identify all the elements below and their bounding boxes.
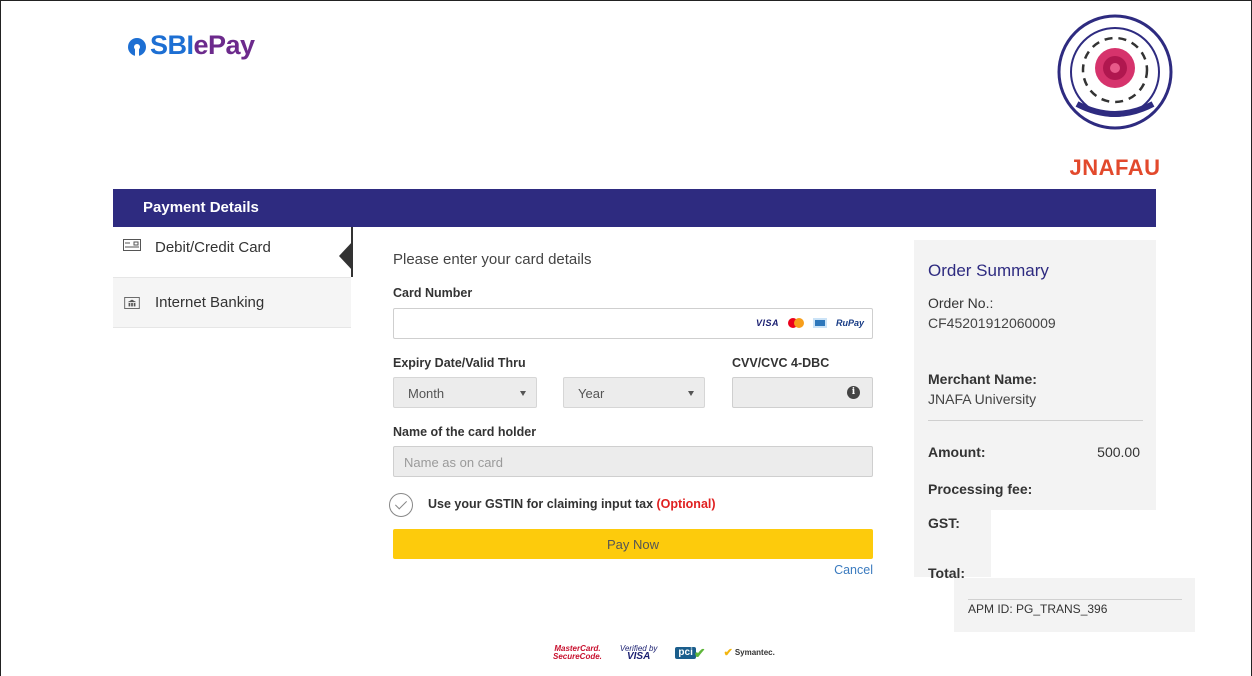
pay-now-button[interactable]: Pay Now <box>393 529 873 559</box>
payment-method-sidebar: Debit/Credit Card Internet Banking <box>113 227 353 328</box>
merchant-name-value: JNAFA University <box>928 391 1037 407</box>
rupay-icon: RuPay <box>835 318 864 328</box>
gstin-text: Use your GSTIN for claiming input tax <box>428 497 654 511</box>
sbi-logo-icon <box>128 37 146 56</box>
summary-divider <box>928 420 1143 421</box>
cancel-link[interactable]: Cancel <box>834 563 873 577</box>
gstin-optional: (Optional) <box>656 497 716 511</box>
badge-text: VISA <box>626 651 651 662</box>
merchant-logo-name: JNAFAU <box>1069 155 1161 180</box>
cvv-label: CVV/CVC 4-DBC <box>732 356 830 370</box>
page-title: Payment Details <box>143 199 259 216</box>
expiry-year-select[interactable]: Year <box>563 377 705 408</box>
order-no-value: CF45201912060009 <box>928 315 1056 331</box>
chevron-down-icon <box>520 391 526 396</box>
merchant-logo: JNAFAU <box>1050 12 1180 180</box>
mastercard-icon <box>787 318 804 328</box>
year-selected-value: Year <box>578 386 605 401</box>
brand-name-part2: ePay <box>193 30 256 60</box>
gstin-label: Use your GSTIN for claiming input tax (O… <box>428 497 716 511</box>
card-holder-label: Name of the card holder <box>393 425 537 439</box>
amex-icon <box>812 318 827 328</box>
processing-fee-label: Processing fee: <box>928 481 1033 497</box>
brand-name-part1: SBI <box>150 30 194 60</box>
sidebar-item-internet-banking[interactable]: Internet Banking <box>113 278 351 328</box>
apm-id: APM ID: PG_TRANS_396 <box>968 602 1108 616</box>
card-holder-placeholder: Name as on card <box>404 455 503 470</box>
merchant-name-label: Merchant Name: <box>928 371 1037 387</box>
info-icon[interactable]: i <box>847 386 860 399</box>
card-icon <box>123 239 141 251</box>
sidebar-item-label: Internet Banking <box>155 294 265 311</box>
gst-label: GST: <box>928 515 960 531</box>
checkmark-icon: ✔ <box>723 647 733 659</box>
mastercard-securecode-logo: MasterCard. SecureCode. <box>553 645 602 661</box>
badge-text: Symantec. <box>734 648 775 657</box>
expiry-label: Expiry Date/Valid Thru <box>393 356 526 370</box>
pci-logo: pci ✔ <box>675 645 706 661</box>
security-badges: MasterCard. SecureCode. Verified by VISA… <box>553 645 775 662</box>
card-holder-input[interactable]: Name as on card <box>393 446 873 477</box>
chevron-down-icon <box>688 391 694 396</box>
form-intro: Please enter your card details <box>393 251 592 268</box>
active-tab-divider <box>351 227 353 277</box>
redacted-area <box>991 510 1156 580</box>
card-number-label: Card Number <box>393 286 473 300</box>
amount-value: 500.00 <box>1097 444 1140 460</box>
sidebar-item-debit-credit-card[interactable]: Debit/Credit Card <box>113 227 353 278</box>
checkmark-icon: ✔ <box>693 645 706 661</box>
card-brand-logos: VISA RuPay <box>756 318 864 328</box>
gstin-checkbox[interactable] <box>389 493 413 517</box>
sidebar-item-label: Debit/Credit Card <box>155 239 271 256</box>
symantec-logo: ✔ Symantec. <box>723 647 775 659</box>
verified-by-visa-logo: Verified by VISA <box>620 645 658 662</box>
university-seal-icon <box>1057 14 1173 130</box>
payment-details-header: Payment Details <box>113 189 1156 227</box>
expiry-month-select[interactable]: Month <box>393 377 537 408</box>
order-no-label: Order No.: <box>928 295 994 311</box>
bank-icon <box>124 296 140 309</box>
amount-label: Amount: <box>928 444 986 460</box>
badge-text: pci <box>675 647 696 659</box>
visa-icon: VISA <box>755 318 779 328</box>
apm-divider <box>968 599 1182 600</box>
card-number-input[interactable]: VISA RuPay <box>393 308 873 339</box>
sbi-epay-logo: SBIePay <box>128 30 255 61</box>
cvv-input[interactable]: i <box>732 377 873 408</box>
month-selected-value: Month <box>408 386 445 401</box>
badge-text: SecureCode. <box>553 652 602 661</box>
order-summary-title: Order Summary <box>928 261 1049 280</box>
